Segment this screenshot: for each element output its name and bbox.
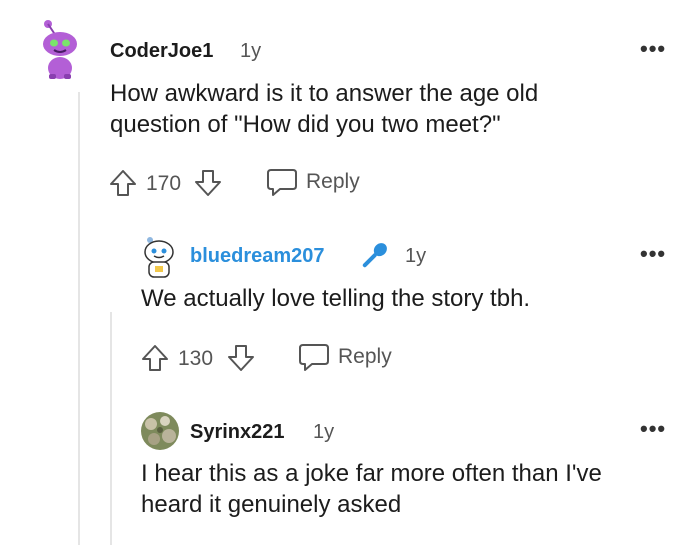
comment-bubble-icon xyxy=(299,344,329,371)
vote-count: 170 xyxy=(146,172,182,195)
upvote-button[interactable] xyxy=(108,168,138,198)
comment-username[interactable]: bluedream207 xyxy=(190,245,325,268)
comment-body: How awkward is it to answer the age old … xyxy=(110,78,538,140)
comment-bubble-icon xyxy=(267,169,297,196)
comment-age: 1y xyxy=(313,421,335,443)
upvote-icon xyxy=(142,345,168,371)
comment-syrinx221: Syrinx221 1y ••• I hear this as a joke f… xyxy=(0,400,700,545)
comment-coderjoe1: CoderJoe1 1y ••• How awkward is it to an… xyxy=(0,0,700,210)
comment-age: 1y xyxy=(240,40,262,62)
microphone-icon xyxy=(357,239,391,273)
vote-count: 130 xyxy=(178,347,214,370)
comment-age: 1y xyxy=(405,245,427,267)
comment-body: We actually love telling the story tbh. xyxy=(141,283,530,314)
comment-username[interactable]: CoderJoe1 xyxy=(110,40,213,63)
comment-username[interactable]: Syrinx221 xyxy=(190,421,285,444)
downvote-icon xyxy=(228,345,254,371)
comment-body-line: heard it genuinely asked xyxy=(141,491,402,518)
more-options-button[interactable]: ••• xyxy=(640,416,666,442)
comment-body-line: question of "How did you two meet?" xyxy=(110,111,501,138)
reply-button[interactable]: Reply xyxy=(298,342,392,372)
comment-body-line: I hear this as a joke far more often tha… xyxy=(141,460,602,487)
reply-label: Reply xyxy=(306,170,360,193)
reply-button[interactable]: Reply xyxy=(266,167,360,197)
snoo-avatar-purple-icon[interactable] xyxy=(38,18,82,80)
upvote-button[interactable] xyxy=(140,343,170,373)
more-options-button[interactable]: ••• xyxy=(640,36,666,62)
comment-body-line: We actually love telling the story tbh. xyxy=(141,285,531,312)
upvote-icon xyxy=(110,170,136,196)
photo-avatar-flowers-icon[interactable] xyxy=(141,412,179,450)
downvote-button[interactable] xyxy=(193,168,223,198)
comment-bluedream207: bluedream207 1y ••• We actually love tel… xyxy=(0,225,700,385)
downvote-icon xyxy=(195,170,221,196)
reply-label: Reply xyxy=(338,345,392,368)
snoo-avatar-white-icon[interactable] xyxy=(141,235,177,279)
comment-body: I hear this as a joke far more often tha… xyxy=(141,458,602,520)
more-options-button[interactable]: ••• xyxy=(640,241,666,267)
downvote-button[interactable] xyxy=(226,343,256,373)
comment-body-line: How awkward is it to answer the age old xyxy=(110,80,539,107)
